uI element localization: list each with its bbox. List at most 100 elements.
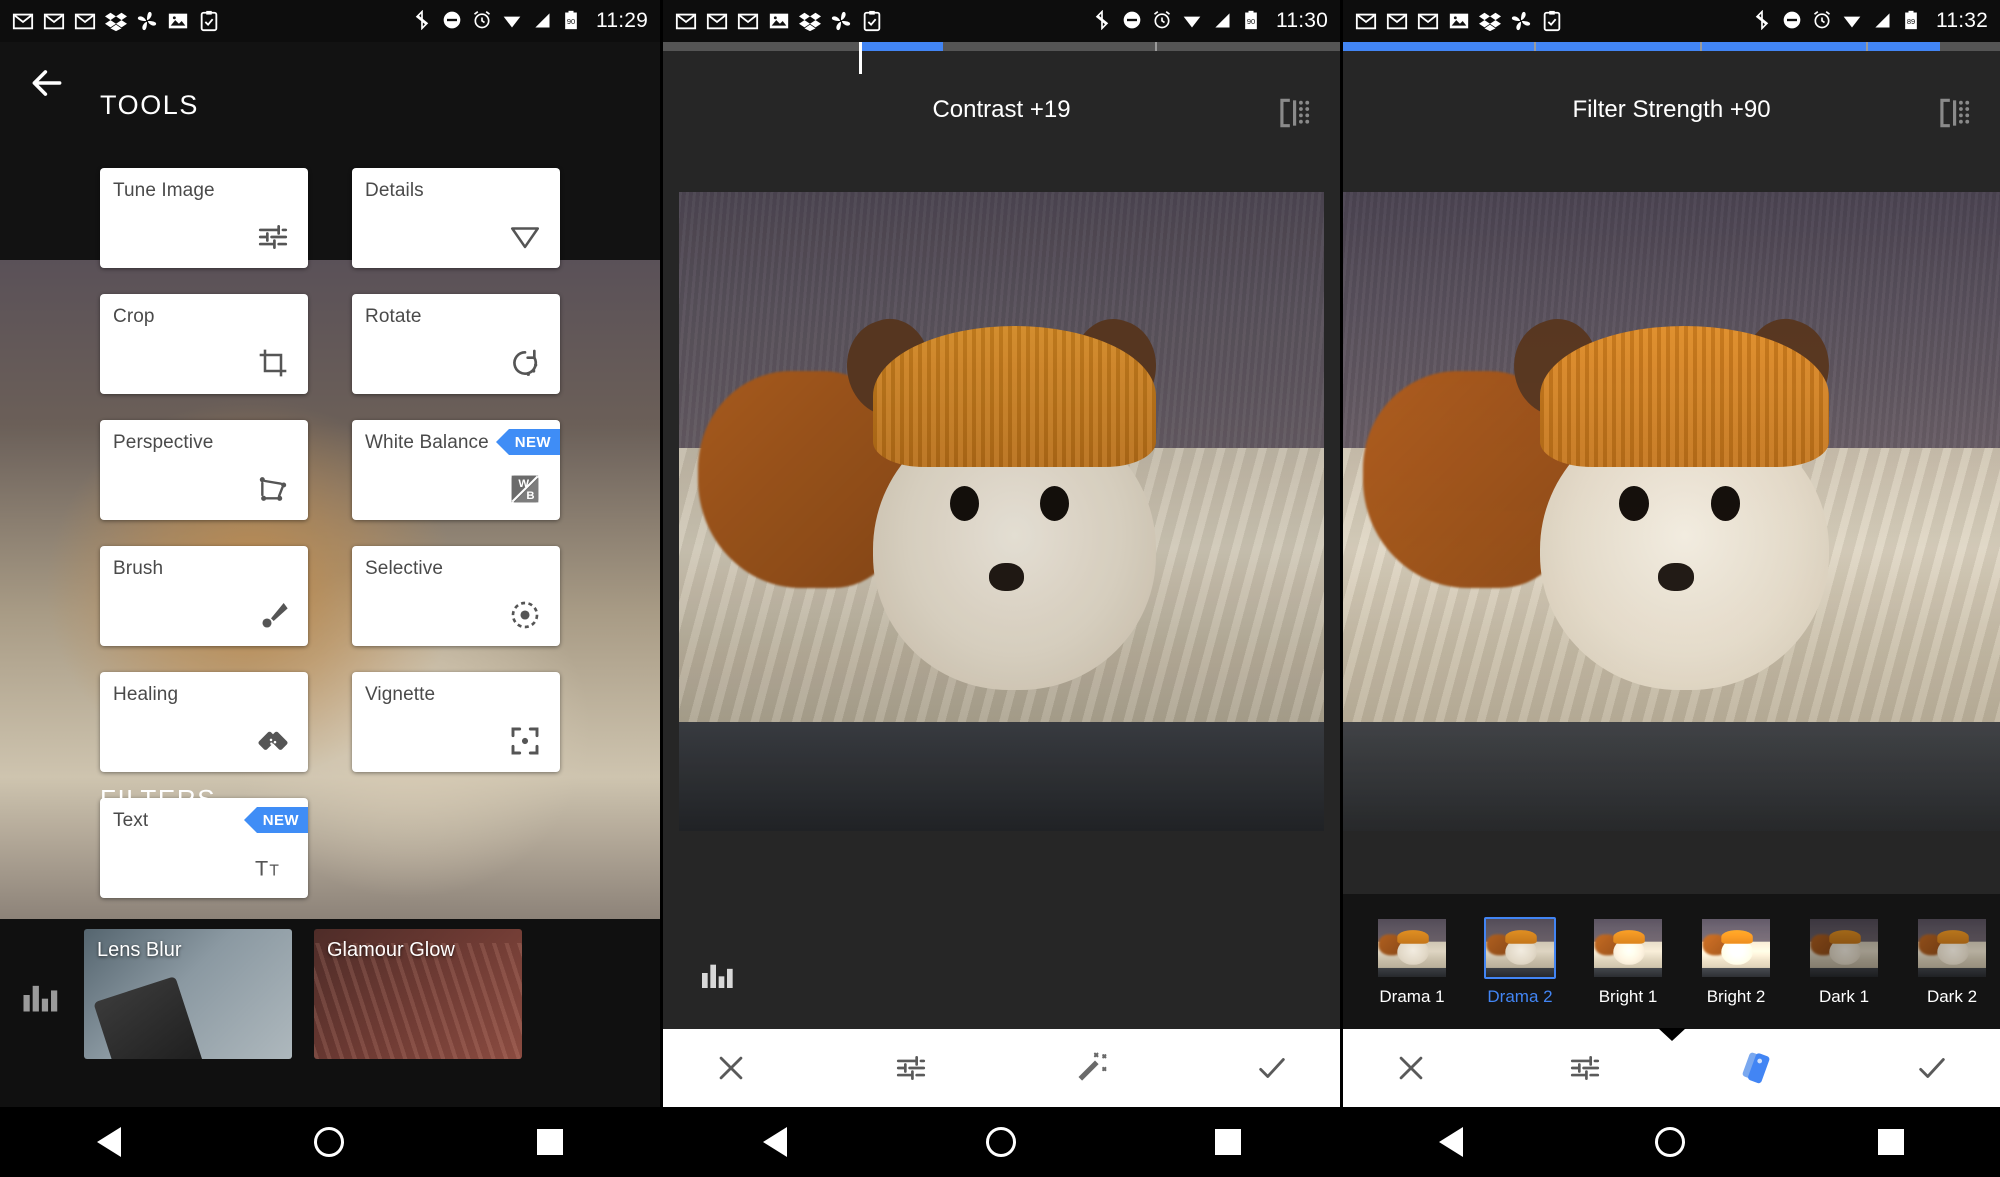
do-not-disturb-icon [442, 10, 464, 32]
vignette-icon [504, 720, 546, 762]
nav-home-icon[interactable] [1655, 1127, 1686, 1157]
alarm-icon [1152, 10, 1174, 32]
magic-wand-icon[interactable] [1064, 1040, 1120, 1096]
status-time: 11:29 [596, 9, 648, 32]
do-not-disturb-icon [1782, 10, 1804, 32]
adjustments-button[interactable] [883, 1040, 939, 1096]
dropbox-icon [799, 10, 821, 32]
preset-label: Bright 2 [1706, 986, 1766, 1006]
svg-text:W: W [518, 478, 529, 490]
compare-icon[interactable] [1274, 94, 1312, 132]
image-icon [1448, 10, 1470, 32]
preset-drama-2[interactable]: Drama 2 [1479, 916, 1561, 1007]
filter-label: Lens Blur [97, 939, 182, 961]
signal-icon [1872, 10, 1894, 32]
preset-drama-1[interactable]: Drama 1 [1371, 917, 1453, 1007]
image-icon [167, 10, 189, 32]
drama2-grade-layer [1343, 192, 2000, 831]
gmail-icon [1355, 10, 1377, 32]
do-not-disturb-icon [1122, 10, 1144, 32]
back-button[interactable] [22, 58, 72, 108]
tool-card-details[interactable]: Details [352, 168, 560, 268]
cancel-button[interactable] [1383, 1040, 1439, 1096]
preset-thumbnail [1592, 917, 1664, 979]
edited-photo-contrast[interactable] [679, 192, 1324, 831]
selective-icon [504, 594, 546, 636]
healing-icon [252, 720, 294, 762]
photos-icon [830, 10, 852, 32]
preset-dark-2[interactable]: Dark 2 [1911, 917, 1993, 1007]
status-time: 11:32 [1936, 9, 1988, 32]
status-bar-1: 90 11:29 [0, 0, 660, 42]
nav-home-icon[interactable] [985, 1127, 1016, 1157]
status-system-icons: 89 11:32 [1752, 9, 1988, 33]
dropbox-icon [1479, 10, 1501, 32]
panel-tools: 90 11:29 TOOLS Tune Image Details Crop R… [0, 0, 660, 1177]
filter-card-glamour-glow[interactable]: Glamour Glow [314, 929, 522, 1059]
signal-icon [1212, 10, 1234, 32]
tool-card-perspective[interactable]: Perspective [100, 420, 308, 520]
dropbox-icon [105, 10, 127, 32]
new-badge: NEW [243, 807, 308, 833]
contrast-slider[interactable] [663, 42, 1340, 51]
histogram-icon[interactable] [18, 973, 62, 1017]
tool-label: Perspective [113, 432, 214, 453]
tool-label: Brush [113, 558, 164, 579]
filters-strip[interactable]: Lens Blur Glamour Glow [0, 929, 660, 1059]
clipboard-check-icon [861, 10, 883, 32]
nav-home-icon[interactable] [313, 1127, 344, 1157]
nav-recents-icon[interactable] [537, 1129, 564, 1155]
gmail-icon [737, 10, 759, 32]
status-notifications [12, 10, 220, 32]
preset-dark-1[interactable]: Dark 1 [1803, 917, 1885, 1007]
gmail-icon [12, 10, 34, 32]
tool-card-rotate[interactable]: Rotate [352, 294, 560, 394]
filter-card-lens-blur[interactable]: Lens Blur [84, 929, 292, 1059]
preset-bright-2[interactable]: Bright 2 [1695, 917, 1777, 1007]
nav-recents-icon[interactable] [1214, 1129, 1241, 1155]
compare-icon[interactable] [1934, 94, 1972, 132]
nav-back-icon[interactable] [96, 1127, 121, 1157]
gmail-icon [1417, 10, 1439, 32]
filter-strength-slider[interactable] [1343, 42, 2000, 51]
slider-handle[interactable] [859, 42, 863, 74]
preset-label: Dark 2 [1926, 986, 1978, 1006]
nav-recents-icon[interactable] [1877, 1129, 1904, 1155]
bluetooth-icon [1752, 10, 1774, 32]
toolbar-notch [1657, 1028, 1686, 1041]
cancel-button[interactable] [703, 1040, 759, 1096]
histogram-icon[interactable] [697, 953, 737, 993]
sliders-icon [252, 216, 294, 258]
svg-text:T: T [269, 862, 279, 879]
filter-presets-strip[interactable]: Drama 1 Drama 2 Bright 1 Bright 2 Dark 1… [1343, 894, 2000, 1029]
adjustment-title: Filter Strength +90 [1572, 96, 1771, 123]
android-navbar-2 [663, 1107, 1340, 1177]
page-title-filters: FILTERS [100, 784, 217, 814]
nav-back-icon[interactable] [762, 1127, 787, 1157]
tool-label: Details [365, 180, 424, 201]
perspective-icon [252, 468, 294, 510]
adjustments-button[interactable] [1557, 1040, 1613, 1096]
edit-toolbar-2 [663, 1029, 1340, 1107]
apply-button[interactable] [1904, 1040, 1960, 1096]
edited-photo-filter[interactable] [1343, 192, 2000, 831]
tool-card-healing[interactable]: Healing [100, 672, 308, 772]
tool-card-crop[interactable]: Crop [100, 294, 308, 394]
gmail-icon [706, 10, 728, 32]
tool-card-tune-image[interactable]: Tune Image [100, 168, 308, 268]
image-icon [768, 10, 790, 32]
status-system-icons: 90 11:30 [1092, 9, 1328, 33]
status-time: 11:30 [1276, 9, 1328, 32]
tool-card-brush[interactable]: Brush [100, 546, 308, 646]
filter-cards-icon[interactable] [1730, 1040, 1786, 1096]
preset-bright-1[interactable]: Bright 1 [1587, 917, 1669, 1007]
tool-card-selective[interactable]: Selective [352, 546, 560, 646]
canvas-wrap-3 [1343, 192, 2000, 831]
nav-back-icon[interactable] [1439, 1127, 1464, 1157]
tool-card-white-balance[interactable]: White Balance NEW W B [352, 420, 560, 520]
tool-label: Healing [113, 684, 179, 705]
text-icon: TT [252, 846, 294, 888]
tool-card-vignette[interactable]: Vignette [352, 672, 560, 772]
apply-button[interactable] [1244, 1040, 1300, 1096]
status-bar-2: 90 11:30 [663, 0, 1340, 42]
